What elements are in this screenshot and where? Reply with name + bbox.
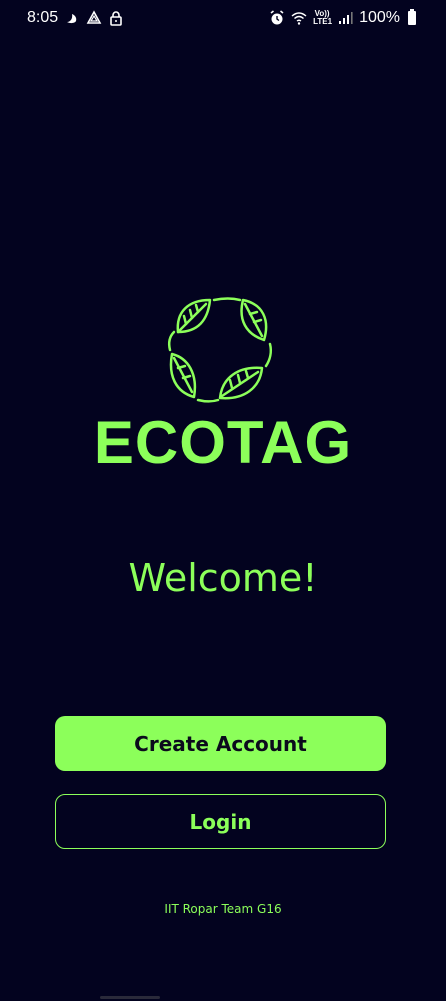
logo-text: ECOTAG: [93, 409, 353, 476]
leaves-ring-icon: [167, 297, 273, 403]
login-label: Login: [189, 809, 252, 834]
status-right: Vo)) LTE1 100%: [269, 9, 416, 27]
lock-icon: [108, 10, 124, 26]
status-left: 8:05: [27, 9, 124, 27]
status-time: 8:05: [27, 9, 59, 26]
signal-icon: [337, 10, 353, 26]
battery-percent: 100%: [359, 9, 400, 26]
status-bar: 8:05 Vo)) LTE1 100%: [0, 0, 446, 36]
volte-icon: Vo)) LTE1: [313, 10, 333, 26]
login-button[interactable]: Login: [55, 794, 386, 849]
drive-icon: [86, 10, 102, 26]
alarm-icon: [269, 10, 285, 26]
moon-icon: [64, 10, 80, 26]
gesture-nav-handle[interactable]: [100, 996, 160, 999]
battery-icon: [408, 9, 416, 25]
wifi-icon: [291, 10, 307, 26]
create-account-label: Create Account: [134, 731, 307, 756]
welcome-heading: Welcome!: [128, 556, 318, 600]
footer-credit: IIT Ropar Team G16: [164, 902, 282, 916]
create-account-button[interactable]: Create Account: [55, 716, 386, 771]
volte-line2: LTE1: [313, 17, 333, 26]
app-logo: ECOTAG: [0, 292, 446, 475]
